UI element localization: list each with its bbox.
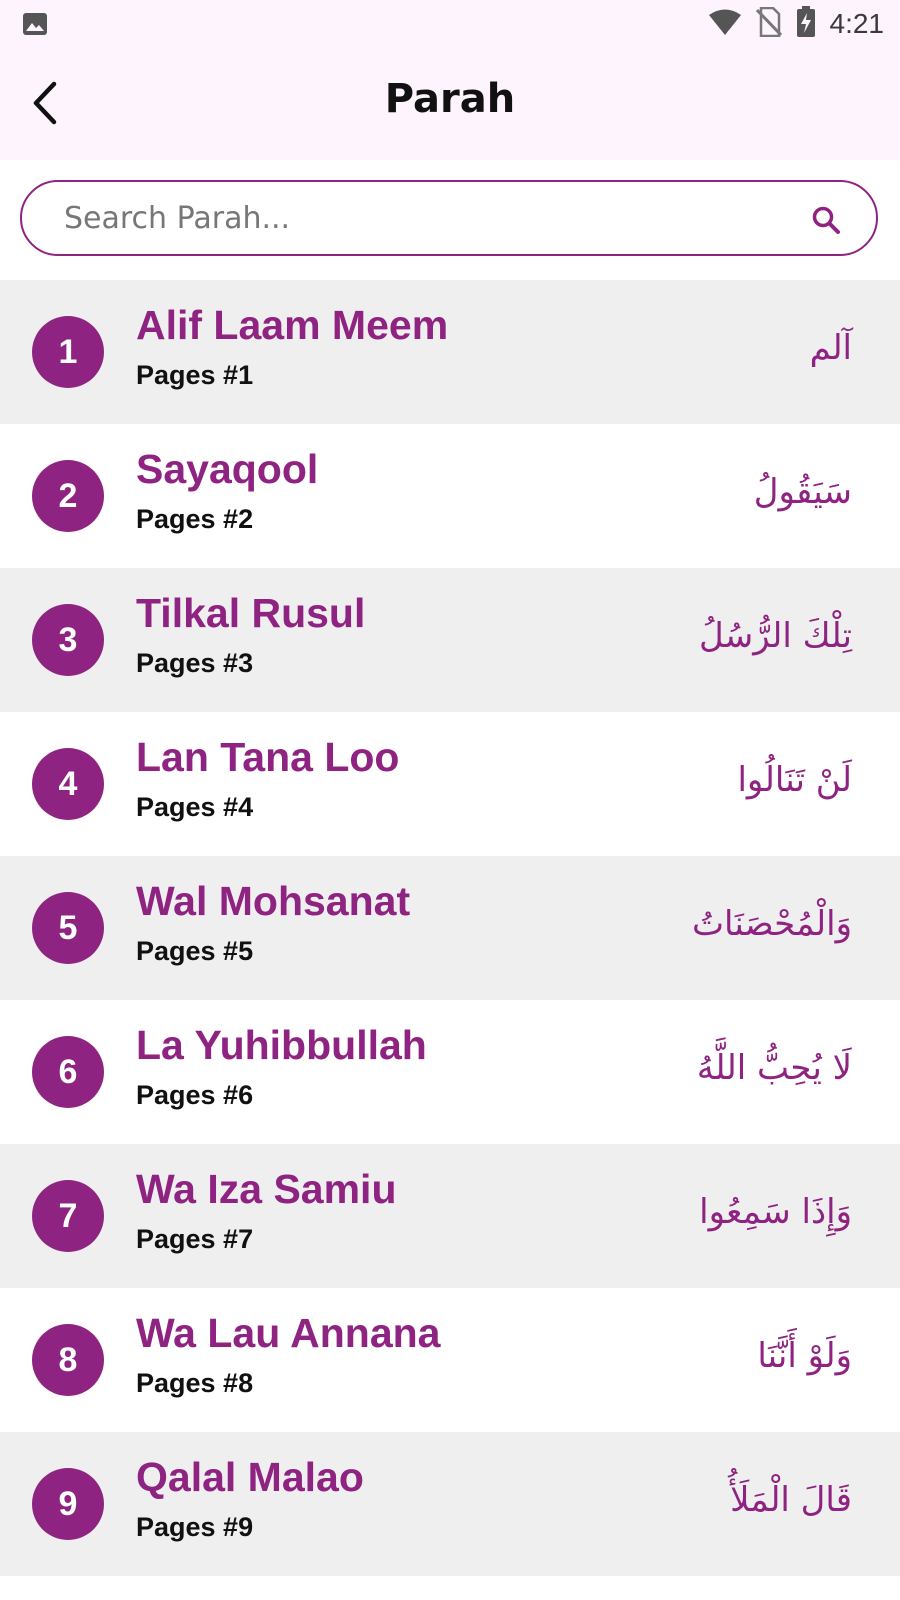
list-item[interactable]: 7 Wa Iza Samiu Pages #7 وَإِذَا سَمِعُوا	[0, 1144, 900, 1288]
parah-arabic-name: وَالْمُحْصَنَاتُ	[692, 904, 852, 944]
search-bar[interactable]	[20, 180, 878, 256]
parah-name: Lan Tana Loo	[136, 734, 400, 780]
parah-number-badge: 7	[32, 1180, 104, 1252]
parah-arabic-name: وَإِذَا سَمِعُوا	[699, 1192, 852, 1232]
parah-arabic-name: آلم	[809, 328, 852, 368]
parah-name: Tilkal Rusul	[136, 590, 366, 636]
parah-name: Wal Mohsanat	[136, 878, 411, 924]
image-icon	[22, 12, 48, 36]
list-item[interactable]: 6 La Yuhibbullah Pages #6 لَا يُحِبُّ ال…	[0, 1000, 900, 1144]
page-title: Parah	[384, 76, 516, 122]
battery-charging-icon	[796, 6, 816, 42]
list-item[interactable]: 9 Qalal Malao Pages #9 قَالَ الْمَلَأُ	[0, 1432, 900, 1576]
status-time: 4:21	[829, 8, 885, 39]
parah-name: Wa Iza Samiu	[136, 1166, 397, 1212]
status-bar: 4:21	[0, 0, 900, 48]
parah-arabic-name: سَيَقُولُ	[753, 472, 852, 512]
app-bar: Parah	[0, 48, 900, 160]
parah-arabic-name: لَنْ تَنَالُوا	[737, 760, 852, 800]
parah-pages: Pages #4	[136, 792, 254, 822]
parah-number-badge: 2	[32, 460, 104, 532]
parah-pages: Pages #3	[136, 648, 254, 678]
parah-pages: Pages #5	[136, 936, 254, 966]
list-item[interactable]: 1 Alif Laam Meem Pages #1 آلم	[0, 280, 900, 424]
parah-number-badge: 8	[32, 1324, 104, 1396]
list-item[interactable]: 5 Wal Mohsanat Pages #5 وَالْمُحْصَنَاتُ	[0, 856, 900, 1000]
parah-number-badge: 3	[32, 604, 104, 676]
parah-number-badge: 5	[32, 892, 104, 964]
search-input[interactable]	[62, 192, 766, 244]
no-sim-icon	[755, 6, 782, 41]
parah-pages: Pages #2	[136, 504, 254, 534]
parah-arabic-name: تِلْكَ الرُّسُلُ	[699, 616, 852, 656]
parah-arabic-name: وَلَوْ أَنَّنَا	[757, 1336, 852, 1376]
parah-name: Sayaqool	[136, 446, 319, 492]
parah-pages: Pages #1	[136, 360, 254, 390]
parah-pages: Pages #8	[136, 1368, 254, 1398]
list-item[interactable]: 4 Lan Tana Loo Pages #4 لَنْ تَنَالُوا	[0, 712, 900, 856]
parah-number-badge: 4	[32, 748, 104, 820]
parah-list: 1 Alif Laam Meem Pages #1 آلم 2 Sayaqool…	[0, 280, 900, 1576]
parah-name: Qalal Malao	[136, 1454, 364, 1500]
list-item[interactable]: 2 Sayaqool Pages #2 سَيَقُولُ	[0, 424, 900, 568]
list-item[interactable]: 3 Tilkal Rusul Pages #3 تِلْكَ الرُّسُلُ	[0, 568, 900, 712]
search-icon[interactable]	[810, 204, 842, 236]
parah-name: Alif Laam Meem	[136, 302, 449, 348]
parah-number-badge: 6	[32, 1036, 104, 1108]
parah-name: La Yuhibbullah	[136, 1022, 427, 1068]
list-item[interactable]: 8 Wa Lau Annana Pages #8 وَلَوْ أَنَّنَا	[0, 1288, 900, 1432]
parah-pages: Pages #7	[136, 1224, 254, 1254]
parah-pages: Pages #6	[136, 1080, 254, 1110]
parah-arabic-name: قَالَ الْمَلَأُ	[730, 1480, 852, 1520]
parah-name: Wa Lau Annana	[136, 1310, 441, 1356]
parah-number-badge: 9	[32, 1468, 104, 1540]
status-icons: 4:21	[708, 6, 885, 42]
parah-arabic-name: لَا يُحِبُّ اللَّهُ	[696, 1048, 852, 1088]
wifi-icon	[708, 8, 742, 40]
parah-number-badge: 1	[32, 316, 104, 388]
parah-pages: Pages #9	[136, 1512, 254, 1542]
